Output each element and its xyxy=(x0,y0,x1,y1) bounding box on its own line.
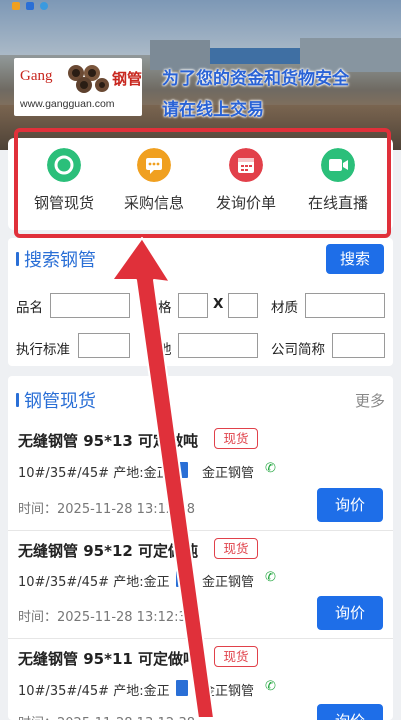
product-title: 无缝钢管 95*13 可定做吨 xyxy=(18,432,199,450)
material-label: 材质 xyxy=(271,300,298,316)
company-input[interactable] xyxy=(332,333,385,358)
phone-icon[interactable]: ✆ xyxy=(265,679,276,694)
inquiry-button[interactable]: 询价 xyxy=(317,488,383,522)
company-name: 金正钢管 xyxy=(202,575,255,590)
phone-icon[interactable]: ✆ xyxy=(265,461,276,476)
product-title: 无缝钢管 95*12 可定做吨 xyxy=(18,542,199,560)
company-name: 金正钢管 xyxy=(202,684,255,699)
company-icon xyxy=(176,571,188,587)
status-bar xyxy=(0,0,401,14)
standard-label: 执行标准 xyxy=(16,342,70,358)
spec-input-2[interactable] xyxy=(228,293,258,318)
product-title: 无缝钢管 95*11 可定做吨 xyxy=(18,650,199,668)
pipes-icon xyxy=(68,65,109,93)
status-badge: 现货 xyxy=(214,646,258,667)
slogan-line1: 为了您的资金和货物安全 xyxy=(162,69,349,89)
search-button[interactable]: 搜索 xyxy=(326,244,384,274)
search-card: 搜索钢管 搜索 品名 格 X 材质 执行标准 地 公司简称 xyxy=(8,238,393,366)
more-link[interactable]: 更多 xyxy=(355,390,385,411)
spec-label: 格 xyxy=(158,300,172,316)
material-input[interactable] xyxy=(305,293,385,318)
product-spec: 10#/35#/45# 产地:金正 xyxy=(18,466,170,481)
highlight-box xyxy=(14,128,391,238)
standard-input[interactable] xyxy=(78,333,130,358)
search-title: 搜索钢管 xyxy=(24,250,96,271)
slogan-line2: 请在线上交易 xyxy=(162,100,264,120)
status-badge: 现货 xyxy=(214,428,258,449)
company-label: 公司简称 xyxy=(271,342,325,358)
phone-icon[interactable]: ✆ xyxy=(265,570,276,585)
product-spec: 10#/35#/45# 产地:金正 xyxy=(18,575,170,590)
spec-input-1[interactable] xyxy=(178,293,208,318)
product-time: 时间：2025-11-28 13:12:38 xyxy=(18,712,195,720)
product-time: 时间：2025-11-28 13:12:38 xyxy=(18,610,196,625)
name-label: 品名 xyxy=(16,300,43,316)
site-logo: Gang 钢管 www.gangguan.com xyxy=(14,58,142,116)
origin-label: 地 xyxy=(158,342,172,358)
logo-brand-en: Gang xyxy=(20,68,53,84)
status-badge: 现货 xyxy=(214,538,258,559)
product-spec: 10#/35#/45# 产地:金正 xyxy=(18,684,170,699)
origin-input[interactable] xyxy=(178,333,258,358)
logo-site-url: www.gangguan.com xyxy=(20,98,115,110)
company-icon xyxy=(176,462,188,478)
logo-brand-cn: 钢管 xyxy=(112,70,143,88)
spec-x-label: X xyxy=(213,296,224,312)
stock-title: 钢管现货 xyxy=(24,391,96,412)
company-name: 金正钢管 xyxy=(202,466,255,481)
name-input[interactable] xyxy=(50,293,130,318)
inquiry-button[interactable]: 询价 xyxy=(317,596,383,630)
inquiry-button[interactable]: 询价 xyxy=(317,704,383,720)
product-time: 时间：2025-11-28 13:12:38 xyxy=(18,502,196,517)
company-icon xyxy=(176,680,188,696)
